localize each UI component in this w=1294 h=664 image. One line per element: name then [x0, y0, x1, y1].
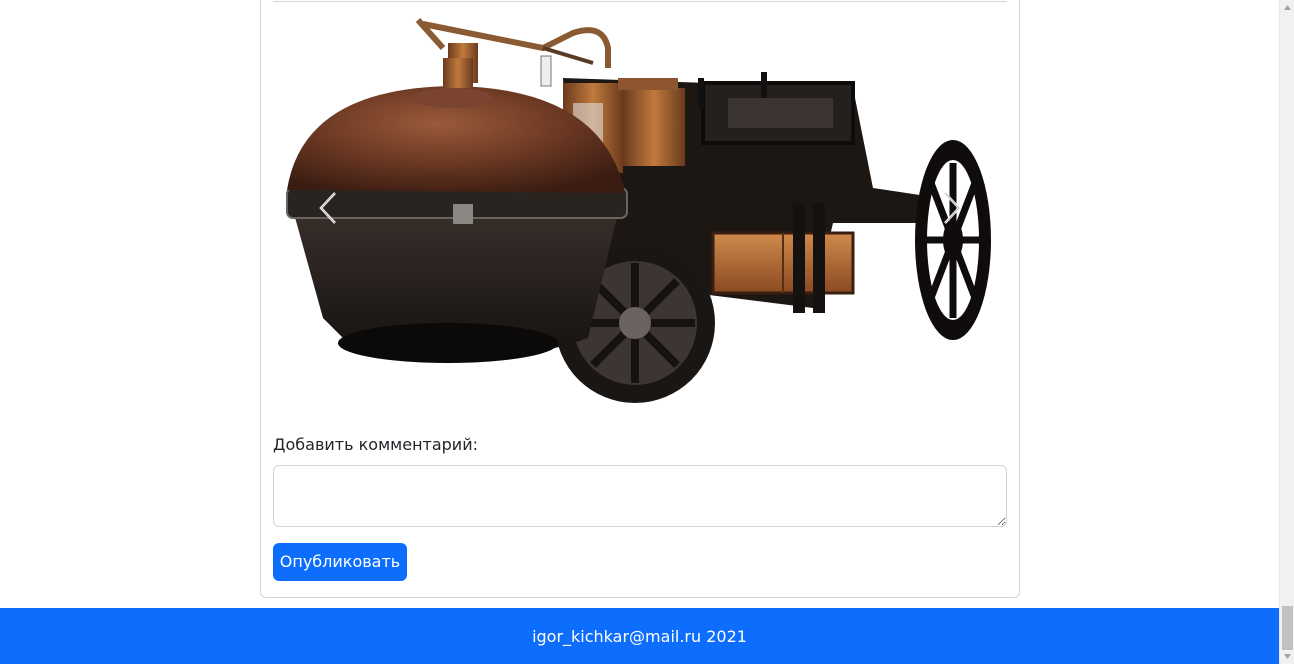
- vertical-scrollbar[interactable]: [1279, 0, 1294, 664]
- card-divider: [273, 1, 1007, 2]
- page-footer: igor_kichkar@mail.ru 2021: [0, 608, 1279, 664]
- carousel-next-button[interactable]: [897, 8, 1007, 408]
- image-carousel[interactable]: [273, 8, 1007, 408]
- chevron-right-icon: [944, 192, 961, 224]
- scrollbar-thumb[interactable]: [1282, 606, 1293, 650]
- comment-textarea[interactable]: [273, 465, 1007, 527]
- scroll-up-arrow-icon[interactable]: [1283, 3, 1292, 12]
- publish-button[interactable]: Опубликовать: [273, 543, 407, 581]
- footer-text: igor_kichkar@mail.ru 2021: [532, 626, 747, 646]
- carousel-prev-button[interactable]: [273, 8, 383, 408]
- comment-label: Добавить комментарий:: [273, 435, 478, 454]
- scroll-down-arrow-icon[interactable]: [1283, 652, 1292, 661]
- chevron-left-icon: [319, 192, 336, 224]
- page-viewport: Добавить комментарий: Опубликовать igor_…: [0, 0, 1279, 664]
